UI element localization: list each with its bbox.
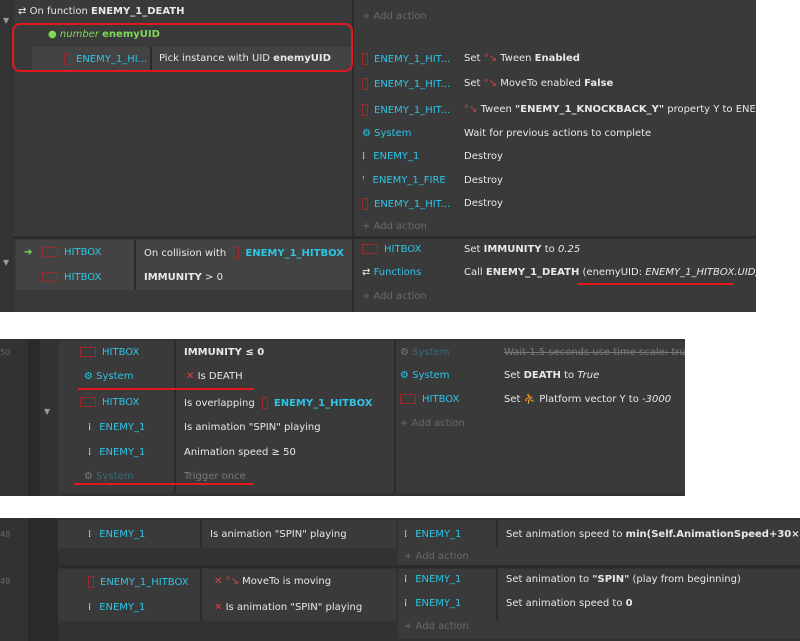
action-row[interactable]: HITBOX bbox=[400, 394, 459, 405]
event-sheet-panel-2: 50 ▼ HITBOX IMMUNITY ≤ 0 ⚙ System ✕ Is D… bbox=[0, 339, 685, 496]
moveto-icon: °↘ bbox=[483, 78, 497, 89]
function-header[interactable]: ⇄ On function ENEMY_1_DEATH bbox=[18, 6, 184, 17]
condition-row[interactable]: HITBOX bbox=[80, 347, 139, 358]
sprite-icon bbox=[362, 104, 368, 116]
functions-icon: ⇄ bbox=[362, 267, 371, 278]
line-number: 48 bbox=[0, 530, 11, 539]
fire-sprite-icon: ꜝ bbox=[362, 175, 365, 186]
invert-x-icon: ✕ bbox=[214, 576, 223, 587]
sprite-icon bbox=[261, 397, 268, 409]
add-action-link[interactable]: + Add action bbox=[404, 621, 469, 632]
add-action-link[interactable]: + Add action bbox=[404, 551, 469, 562]
invert-x-icon: ✕ bbox=[186, 371, 195, 382]
condition-row[interactable]: HITBOX IMMUNITY > 0 bbox=[16, 266, 352, 290]
trigger-arrow-icon: ➔ bbox=[24, 247, 33, 258]
sprite-icon bbox=[88, 576, 94, 588]
action-row[interactable]: ⁞ ENEMY_1 bbox=[362, 151, 419, 162]
condition-row[interactable]: ⁞ ENEMY_1 bbox=[88, 447, 145, 458]
event-sheet-panel-3: 48 49 ⁞ ENEMY_1 Is animation "SPIN" playi… bbox=[0, 518, 800, 641]
sprite-icon bbox=[80, 347, 96, 357]
highlight-annotation bbox=[12, 23, 353, 72]
sprite-icon bbox=[400, 394, 416, 404]
sprite-dots-icon: ⁞ bbox=[362, 151, 366, 162]
underline-annotation bbox=[74, 483, 254, 485]
sprite-icon bbox=[42, 272, 58, 282]
collapse-arrow-icon[interactable]: ▼ bbox=[44, 407, 50, 416]
condition-row[interactable]: ⁞ ENEMY_1 bbox=[88, 422, 145, 433]
sprite-icon bbox=[362, 244, 378, 254]
action-row[interactable]: ENEMY_1_HIT... bbox=[362, 53, 450, 65]
moveto-icon: °↘ bbox=[225, 576, 239, 587]
sprite-icon bbox=[362, 198, 368, 210]
gear-icon: ⚙ bbox=[400, 347, 409, 358]
line-number: 50 bbox=[0, 348, 11, 357]
condition-row[interactable]: ⚙ System bbox=[84, 471, 133, 482]
condition-row[interactable]: ⁞ ENEMY_1 bbox=[88, 602, 145, 613]
gear-icon: ⚙ bbox=[400, 370, 409, 381]
action-row[interactable]: HITBOX bbox=[362, 244, 421, 255]
action-row[interactable]: ⚙ System bbox=[400, 370, 449, 381]
action-row[interactable]: ⚙ System bbox=[400, 347, 449, 358]
collapse-arrow-icon[interactable]: ▼ bbox=[3, 258, 9, 267]
condition-row[interactable]: ENEMY_1_HITBOX bbox=[88, 576, 189, 588]
gear-icon: ⚙ bbox=[362, 128, 371, 139]
underline-annotation bbox=[78, 388, 254, 390]
add-action-link[interactable]: + Add action bbox=[400, 418, 465, 429]
action-row[interactable]: ⁞ ENEMY_1 bbox=[404, 574, 461, 585]
action-row[interactable]: ⁞ ENEMY_1 bbox=[404, 598, 461, 609]
event-sheet-panel-1: ▼ ▼ ⇄ On function ENEMY_1_DEATH ● number… bbox=[0, 0, 756, 312]
action-row[interactable]: ⇄ Functions bbox=[362, 267, 421, 278]
sprite-icon bbox=[233, 247, 240, 259]
condition-row[interactable]: ⁞ ENEMY_1 bbox=[88, 529, 145, 540]
underline-annotation bbox=[577, 283, 734, 285]
platform-icon: ⛹ bbox=[523, 394, 537, 405]
action-row[interactable]: ENEMY_1_HIT... bbox=[362, 104, 450, 116]
tween-icon: °↘ bbox=[464, 104, 478, 115]
action-row[interactable]: ⚙ System bbox=[362, 128, 411, 139]
condition-row[interactable]: ⚙ System bbox=[84, 371, 133, 382]
action-row[interactable]: ENEMY_1_HIT... bbox=[362, 198, 450, 210]
add-action-link[interactable]: + Add action bbox=[362, 221, 427, 232]
action-row[interactable]: ENEMY_1_HIT... bbox=[362, 78, 450, 90]
sprite-icon bbox=[42, 247, 58, 257]
collapse-arrow-icon[interactable]: ▼ bbox=[3, 16, 9, 25]
add-action-link[interactable]: + Add action bbox=[362, 291, 427, 302]
function-icon: ⇄ bbox=[18, 6, 27, 17]
line-number: 49 bbox=[0, 577, 11, 586]
gear-icon: ⚙ bbox=[84, 471, 93, 482]
condition-row[interactable]: ➔ HITBOX On collision with ENEMY_1_HITBO… bbox=[16, 240, 352, 266]
action-row[interactable]: ꜝ ENEMY_1_FIRE bbox=[362, 175, 446, 186]
action-row[interactable]: ⁞ ENEMY_1 bbox=[404, 529, 461, 540]
tween-icon: °↘ bbox=[483, 53, 497, 64]
sprite-icon bbox=[80, 397, 96, 407]
sprite-icon bbox=[362, 53, 368, 65]
sprite-icon bbox=[362, 78, 368, 90]
invert-x-icon: ✕ bbox=[214, 602, 223, 613]
condition-row[interactable]: HITBOX bbox=[80, 397, 139, 408]
add-action-link[interactable]: + Add action bbox=[362, 11, 427, 22]
gear-icon: ⚙ bbox=[84, 371, 93, 382]
